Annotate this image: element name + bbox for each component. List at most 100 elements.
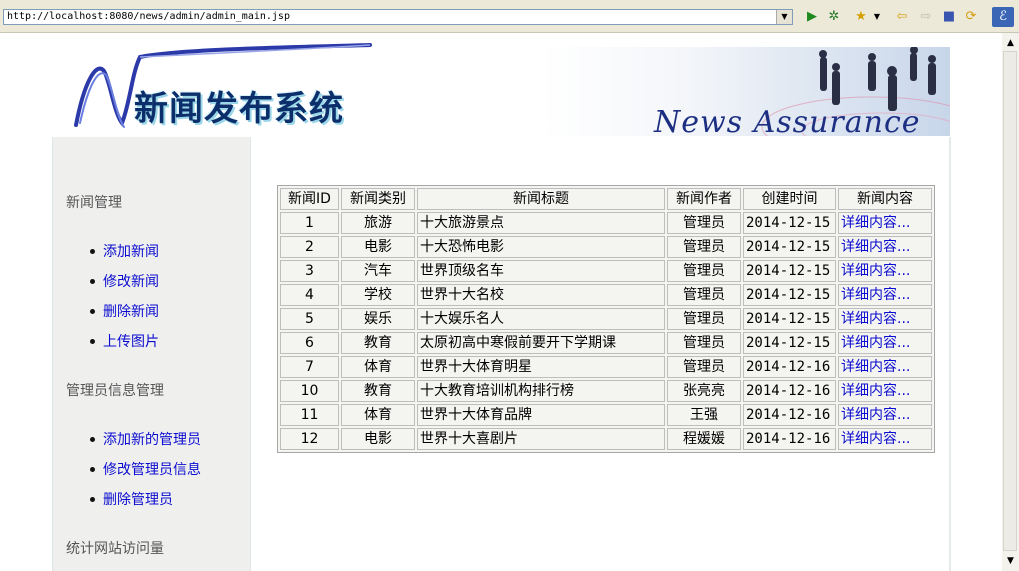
header-banner: News Assurance — [542, 47, 950, 136]
bullet-icon — [90, 496, 95, 502]
detail-link[interactable]: 详细内容... — [841, 311, 910, 327]
cell-title: 十大娱乐名人 — [417, 308, 665, 330]
stop-icon[interactable]: ■ — [941, 9, 957, 25]
sidebar-item-label[interactable]: 删除新闻 — [103, 304, 159, 320]
table-row: 10 教育 十大教育培训机构排行榜 张亮亮 2014-12-16 详细内容... — [280, 380, 932, 402]
sidebar-item-upload-image[interactable]: 上传图片 — [90, 331, 159, 351]
cell-category: 旅游 — [341, 212, 415, 234]
table-row: 7 体育 世界十大体育明星 管理员 2014-12-16 详细内容... — [280, 356, 932, 378]
col-header-id: 新闻ID — [280, 188, 339, 210]
detail-link[interactable]: 详细内容... — [841, 335, 910, 351]
cell-detail: 详细内容... — [838, 284, 932, 306]
scroll-down-icon[interactable]: ▼ — [1003, 553, 1018, 569]
detail-link[interactable]: 详细内容... — [841, 239, 910, 255]
cell-id: 10 — [280, 380, 339, 402]
cell-title: 世界十大体育明星 — [417, 356, 665, 378]
col-header-content: 新闻内容 — [838, 188, 932, 210]
banner-title: News Assurance — [654, 105, 921, 136]
sidebar-item-add-admin[interactable]: 添加新的管理员 — [90, 429, 201, 449]
cell-id: 1 — [280, 212, 339, 234]
detail-link[interactable]: 详细内容... — [841, 383, 910, 399]
table-row: 12 电影 世界十大喜剧片 程媛媛 2014-12-16 详细内容... — [280, 428, 932, 450]
scroll-up-icon[interactable]: ▲ — [1003, 35, 1018, 51]
refresh-icon[interactable]: ⟳ — [963, 9, 979, 25]
bookmark-dropdown-icon[interactable]: ▼ — [872, 9, 882, 25]
sidebar-item-edit-admin[interactable]: 修改管理员信息 — [90, 459, 201, 479]
table-row: 3 汽车 世界顶级名车 管理员 2014-12-15 详细内容... — [280, 260, 932, 282]
cell-title: 世界十大名校 — [417, 284, 665, 306]
sidebar-item-delete-news[interactable]: 删除新闻 — [90, 301, 159, 321]
sidebar-item-label[interactable]: 添加新的管理员 — [103, 432, 201, 448]
detail-link[interactable]: 详细内容... — [841, 215, 910, 231]
debug-icon[interactable]: ✲ — [826, 9, 842, 25]
address-bar[interactable]: http://localhost:8080/news/admin/admin_m… — [3, 9, 793, 25]
cell-detail: 详细内容... — [838, 308, 932, 330]
detail-link[interactable]: 详细内容... — [841, 263, 910, 279]
table-row: 5 娱乐 十大娱乐名人 管理员 2014-12-15 详细内容... — [280, 308, 932, 330]
sidebar-item-delete-admin[interactable]: 删除管理员 — [90, 489, 173, 509]
bullet-icon — [90, 338, 95, 344]
cell-time: 2014-12-16 — [743, 380, 836, 402]
col-header-category: 新闻类别 — [341, 188, 415, 210]
cell-id: 11 — [280, 404, 339, 426]
sidebar-section-stats[interactable]: 统计网站访问量 — [66, 538, 164, 558]
table-row: 6 教育 太原初高中寒假前要开下学期课 管理员 2014-12-15 详细内容.… — [280, 332, 932, 354]
table-row: 2 电影 十大恐怖电影 管理员 2014-12-15 详细内容... — [280, 236, 932, 258]
cell-author: 管理员 — [667, 284, 741, 306]
detail-link[interactable]: 详细内容... — [841, 407, 910, 423]
cell-id: 4 — [280, 284, 339, 306]
cell-category: 电影 — [341, 428, 415, 450]
address-url[interactable]: http://localhost:8080/news/admin/admin_m… — [7, 11, 290, 22]
go-icon[interactable]: ▶ — [804, 9, 820, 25]
cell-time: 2014-12-16 — [743, 356, 836, 378]
cell-author: 管理员 — [667, 212, 741, 234]
sidebar-item-label[interactable]: 删除管理员 — [103, 492, 173, 508]
cell-category: 体育 — [341, 356, 415, 378]
sidebar-item-edit-news[interactable]: 修改新闻 — [90, 271, 159, 291]
cell-title: 世界十大喜剧片 — [417, 428, 665, 450]
bullet-icon — [90, 436, 95, 442]
cell-time: 2014-12-15 — [743, 332, 836, 354]
sidebar-item-label[interactable]: 添加新闻 — [103, 244, 159, 260]
cell-title: 太原初高中寒假前要开下学期课 — [417, 332, 665, 354]
sidebar-item-label[interactable]: 修改新闻 — [103, 274, 159, 290]
back-icon[interactable]: ⇦ — [894, 9, 910, 25]
bullet-icon — [90, 466, 95, 472]
cell-category: 学校 — [341, 284, 415, 306]
sidebar-item-add-news[interactable]: 添加新闻 — [90, 241, 159, 261]
detail-link[interactable]: 详细内容... — [841, 287, 910, 303]
address-dropdown-icon[interactable]: ▼ — [776, 10, 792, 24]
cell-time: 2014-12-16 — [743, 404, 836, 426]
table-header-row: 新闻ID 新闻类别 新闻标题 新闻作者 创建时间 新闻内容 — [280, 188, 932, 210]
cell-category: 教育 — [341, 332, 415, 354]
cell-id: 5 — [280, 308, 339, 330]
sidebar-section-admin: 管理员信息管理 — [66, 383, 164, 399]
cell-title: 世界顶级名车 — [417, 260, 665, 282]
sidebar-item-label[interactable]: 修改管理员信息 — [103, 462, 201, 478]
cell-id: 7 — [280, 356, 339, 378]
scrollbar-thumb[interactable] — [1003, 51, 1017, 551]
forward-icon[interactable]: ⇨ — [918, 9, 934, 25]
cell-author: 管理员 — [667, 332, 741, 354]
cell-time: 2014-12-15 — [743, 260, 836, 282]
cell-id: 3 — [280, 260, 339, 282]
cell-time: 2014-12-15 — [743, 284, 836, 306]
cell-detail: 详细内容... — [838, 260, 932, 282]
vertical-scrollbar[interactable]: ▲ ▼ — [1002, 33, 1019, 571]
sidebar-item-label[interactable]: 上传图片 — [103, 334, 159, 350]
col-header-time: 创建时间 — [743, 188, 836, 210]
detail-link[interactable]: 详细内容... — [841, 359, 910, 375]
cell-time: 2014-12-16 — [743, 428, 836, 450]
cell-id: 6 — [280, 332, 339, 354]
cell-time: 2014-12-15 — [743, 212, 836, 234]
cell-category: 教育 — [341, 380, 415, 402]
col-header-title: 新闻标题 — [417, 188, 665, 210]
cell-author: 管理员 — [667, 236, 741, 258]
cell-id: 12 — [280, 428, 339, 450]
col-header-author: 新闻作者 — [667, 188, 741, 210]
detail-link[interactable]: 详细内容... — [841, 431, 910, 447]
cell-title: 十大教育培训机构排行榜 — [417, 380, 665, 402]
bookmark-star-icon[interactable]: ★ — [853, 9, 869, 25]
cell-detail: 详细内容... — [838, 236, 932, 258]
cell-author: 张亮亮 — [667, 380, 741, 402]
